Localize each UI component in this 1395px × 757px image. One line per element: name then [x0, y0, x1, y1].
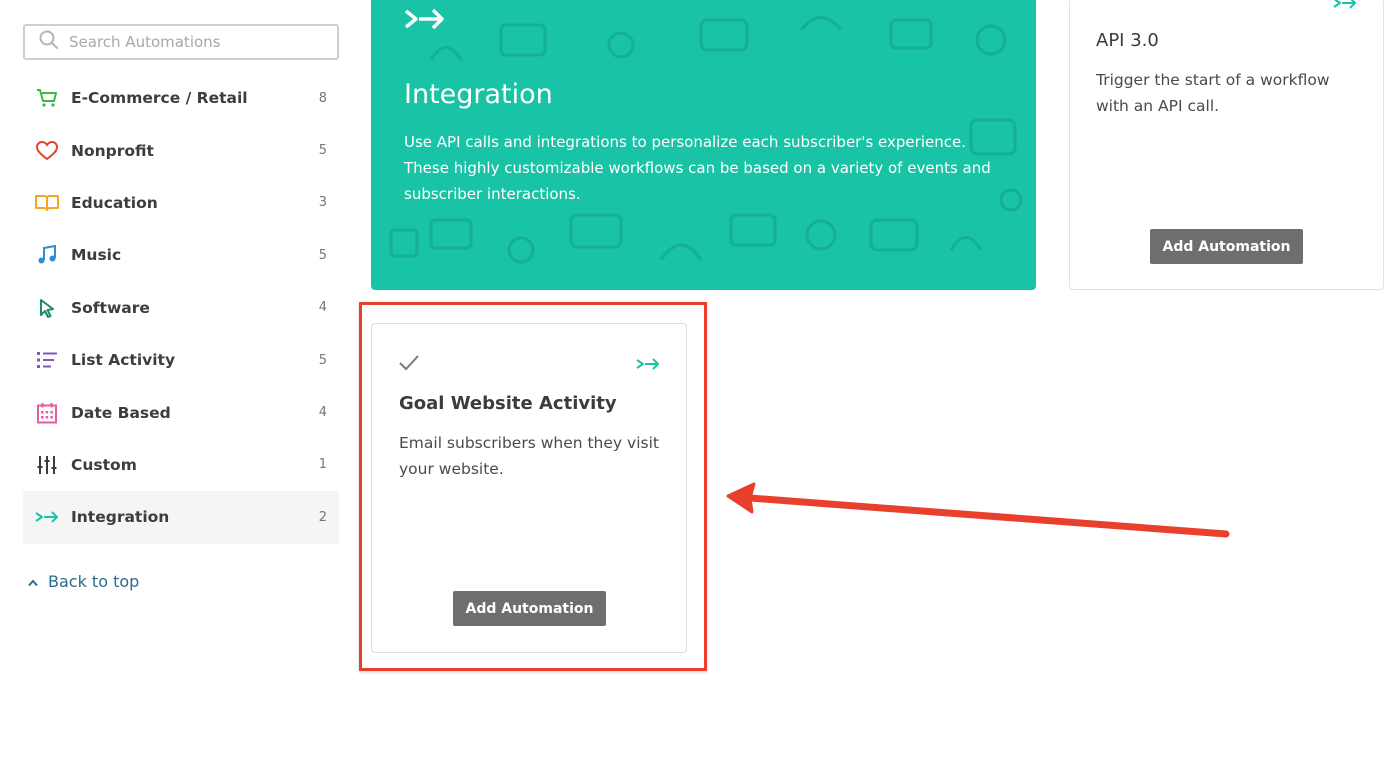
sidebar-item-ecommerce[interactable]: E-Commerce / Retail 8 — [23, 72, 339, 124]
sidebar-item-count: 4 — [318, 405, 327, 421]
chevron-up-icon — [28, 572, 38, 591]
sidebar-item-label: Date Based — [71, 403, 171, 422]
heart-icon — [35, 139, 59, 163]
highlight-box — [359, 302, 707, 671]
search-box[interactable] — [23, 24, 339, 60]
sidebar-item-music[interactable]: Music 5 — [23, 229, 339, 281]
sidebar-item-label: Nonprofit — [71, 141, 154, 160]
annotation-arrow-icon — [726, 482, 1230, 538]
integration-arrow-icon — [35, 505, 59, 529]
sidebar-item-label: E-Commerce / Retail — [71, 89, 248, 108]
sidebar-item-education[interactable]: Education 3 — [23, 177, 339, 229]
sidebar-item-list-activity[interactable]: List Activity 5 — [23, 334, 339, 386]
calendar-icon — [35, 401, 59, 425]
sidebar-item-software[interactable]: Software 4 — [23, 282, 339, 334]
sidebar-item-count: 1 — [318, 457, 327, 473]
cart-icon — [35, 86, 59, 110]
list-icon — [35, 348, 59, 372]
sidebar-item-count: 5 — [318, 247, 327, 263]
integration-hero-banner: Integration Use API calls and integratio… — [371, 0, 1036, 290]
sidebar-item-count: 8 — [318, 90, 327, 106]
search-input[interactable] — [69, 33, 309, 51]
sidebar-item-label: Integration — [71, 508, 170, 527]
sidebar-item-label: Software — [71, 298, 150, 317]
search-icon — [39, 30, 59, 54]
sidebar-item-count: 5 — [318, 143, 327, 159]
cursor-icon — [35, 296, 59, 320]
sidebar-item-custom[interactable]: Custom 1 — [23, 439, 339, 491]
hero-description: Use API calls and integrations to person… — [404, 133, 991, 203]
book-icon — [35, 191, 59, 215]
sidebar-item-label: Custom — [71, 455, 137, 474]
automation-card-api: API 3.0 Trigger the start of a workflow … — [1069, 0, 1384, 290]
sidebar-item-count: 4 — [318, 300, 327, 316]
sidebar-item-integration[interactable]: Integration 2 — [23, 491, 339, 544]
sidebar-item-date-based[interactable]: Date Based 4 — [23, 386, 339, 438]
card-description: Trigger the start of a workflow with an … — [1096, 71, 1330, 115]
add-automation-button[interactable]: Add Automation — [1150, 229, 1303, 264]
integration-arrow-icon — [404, 6, 446, 36]
back-to-top-link[interactable]: Back to top — [28, 572, 139, 591]
music-note-icon — [35, 243, 59, 267]
sidebar-item-count: 2 — [318, 509, 327, 525]
sidebar-item-count: 3 — [318, 195, 327, 211]
back-to-top-label: Back to top — [48, 572, 140, 591]
page: E-Commerce / Retail 8 Nonprofit 5 Educat… — [0, 0, 1395, 757]
sidebar-item-count: 5 — [318, 352, 327, 368]
sidebar-item-label: List Activity — [71, 351, 176, 370]
sidebar-item-label: Education — [71, 193, 158, 212]
sidebar-item-label: Music — [71, 246, 122, 265]
sidebar-item-nonprofit[interactable]: Nonprofit 5 — [23, 124, 339, 176]
category-list: E-Commerce / Retail 8 Nonprofit 5 Educat… — [23, 72, 339, 544]
card-title: API 3.0 — [1096, 30, 1159, 51]
sliders-icon — [35, 453, 59, 477]
integration-arrow-icon — [1333, 0, 1357, 14]
hero-title: Integration — [404, 79, 553, 110]
